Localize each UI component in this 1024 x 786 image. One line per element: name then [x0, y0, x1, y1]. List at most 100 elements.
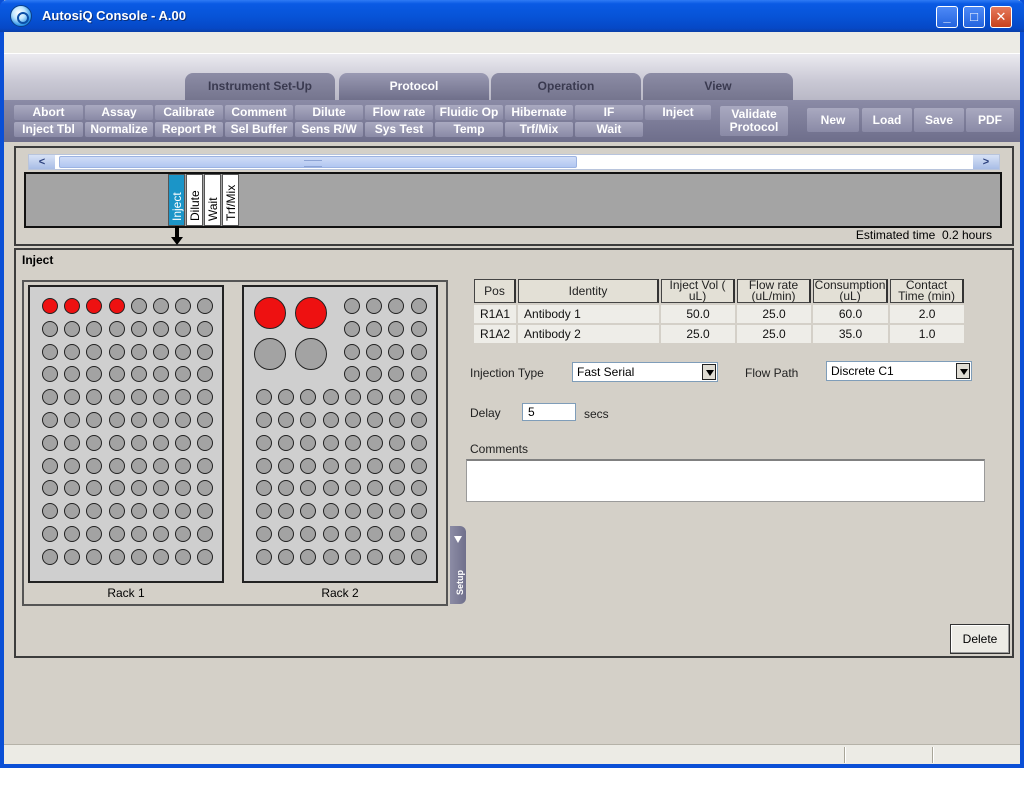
well-l10-6[interactable]: [367, 526, 383, 542]
well-f1[interactable]: [42, 412, 58, 428]
well-e7[interactable]: [175, 389, 192, 406]
well-f2[interactable]: [64, 412, 81, 428]
well-l10-1[interactable]: [256, 526, 272, 542]
validate-protocol-button[interactable]: Validate Protocol: [720, 106, 788, 136]
setup-tab[interactable]: Setup: [450, 526, 466, 604]
well-e1[interactable]: [42, 389, 58, 406]
if-button[interactable]: IF: [575, 105, 643, 120]
tab-instrument-setup[interactable]: Instrument Set-Up: [185, 73, 335, 100]
well-l9-1[interactable]: [256, 503, 272, 520]
well-l9-4[interactable]: [322, 503, 339, 520]
well-l4-6[interactable]: [367, 389, 383, 406]
well-l9-5[interactable]: [344, 503, 361, 520]
well-l9-6[interactable]: [367, 503, 383, 520]
well-a1[interactable]: [254, 297, 286, 329]
well-l6-3[interactable]: [300, 434, 317, 451]
assay-button[interactable]: Assay: [85, 105, 153, 120]
well-a3[interactable]: [86, 298, 103, 314]
save-button[interactable]: Save: [914, 108, 964, 132]
well-l6-6[interactable]: [367, 434, 383, 451]
well-i5[interactable]: [130, 480, 147, 497]
well-l11-7[interactable]: [389, 548, 406, 565]
well-g6[interactable]: [153, 434, 169, 451]
well-l6-8[interactable]: [411, 434, 428, 451]
sens-rw-button[interactable]: Sens R/W: [295, 122, 363, 137]
well-l4-2[interactable]: [278, 389, 295, 406]
well-l7-6[interactable]: [367, 457, 383, 474]
cell-consumption[interactable]: 60.0: [813, 305, 889, 323]
sys-test-button[interactable]: Sys Test: [365, 122, 433, 137]
well-l5-4[interactable]: [322, 412, 339, 428]
well-h5[interactable]: [130, 457, 147, 474]
cell-contact-time[interactable]: 1.0: [890, 325, 965, 343]
step-dilute[interactable]: Dilute: [186, 174, 203, 226]
well-j4[interactable]: [108, 503, 125, 520]
well-s3[interactable]: [388, 298, 405, 314]
well-l10-3[interactable]: [300, 526, 317, 542]
load-button[interactable]: Load: [862, 108, 912, 132]
well-c2[interactable]: [64, 343, 81, 360]
well-l9-7[interactable]: [389, 503, 406, 520]
calibrate-button[interactable]: Calibrate: [155, 105, 223, 120]
well-k5[interactable]: [130, 526, 147, 542]
well-l5-2[interactable]: [278, 412, 295, 428]
cell-flow-rate[interactable]: 25.0: [737, 325, 812, 343]
cell-identity[interactable]: Antibody 2: [518, 325, 660, 343]
well-d3[interactable]: [86, 366, 103, 383]
well-s16[interactable]: [410, 366, 427, 383]
well-s5[interactable]: [344, 320, 360, 337]
well-l8-6[interactable]: [367, 480, 383, 497]
well-l7-5[interactable]: [344, 457, 361, 474]
well-i6[interactable]: [153, 480, 169, 497]
cell-pos[interactable]: R1A2: [474, 325, 517, 343]
well-l5-3[interactable]: [300, 412, 317, 428]
well-s1[interactable]: [344, 298, 360, 314]
well-l4[interactable]: [108, 548, 125, 565]
well-b2[interactable]: [64, 320, 81, 337]
well-i1[interactable]: [42, 480, 58, 497]
well-e3[interactable]: [86, 389, 103, 406]
well-s12[interactable]: [410, 343, 427, 360]
well-b5[interactable]: [130, 320, 147, 337]
well-i3[interactable]: [86, 480, 103, 497]
report-pt-button[interactable]: Report Pt: [155, 122, 223, 137]
well-h3[interactable]: [86, 457, 103, 474]
comment-button[interactable]: Comment: [225, 105, 293, 120]
well-b7[interactable]: [175, 320, 192, 337]
well-s11[interactable]: [388, 343, 405, 360]
well-b1[interactable]: [254, 338, 286, 370]
wait-button[interactable]: Wait: [575, 122, 643, 137]
abort-button[interactable]: Abort: [14, 105, 83, 120]
well-f4[interactable]: [108, 412, 125, 428]
tab-view[interactable]: View: [643, 73, 793, 100]
well-s2[interactable]: [366, 298, 383, 314]
well-l8-1[interactable]: [256, 480, 272, 497]
well-e8[interactable]: [197, 389, 214, 406]
well-l2[interactable]: [64, 548, 81, 565]
well-h4[interactable]: [108, 457, 125, 474]
well-c5[interactable]: [130, 343, 147, 360]
well-f8[interactable]: [197, 412, 214, 428]
well-c1[interactable]: [42, 343, 58, 360]
well-j1[interactable]: [42, 503, 58, 520]
well-g4[interactable]: [108, 434, 125, 451]
well-a7[interactable]: [175, 298, 192, 314]
well-d4[interactable]: [108, 366, 125, 383]
well-l4-4[interactable]: [322, 389, 339, 406]
well-j5[interactable]: [130, 503, 147, 520]
well-d6[interactable]: [153, 366, 169, 383]
well-d7[interactable]: [175, 366, 192, 383]
step-inject[interactable]: Inject: [168, 174, 185, 226]
well-s6[interactable]: [366, 320, 383, 337]
step-trf-mix[interactable]: Trf/Mix: [222, 174, 239, 226]
well-l7-1[interactable]: [256, 457, 272, 474]
well-a8[interactable]: [197, 298, 214, 314]
well-d2[interactable]: [64, 366, 81, 383]
close-button[interactable]: ✕: [990, 6, 1012, 28]
well-l9-3[interactable]: [300, 503, 317, 520]
chevron-down-icon[interactable]: [956, 363, 970, 379]
cell-inject-vol[interactable]: 50.0: [661, 305, 736, 323]
table-row[interactable]: R1A2 Antibody 2 25.0 25.0 35.0 1.0: [474, 325, 965, 343]
well-d5[interactable]: [130, 366, 147, 383]
well-l10-4[interactable]: [322, 526, 339, 542]
